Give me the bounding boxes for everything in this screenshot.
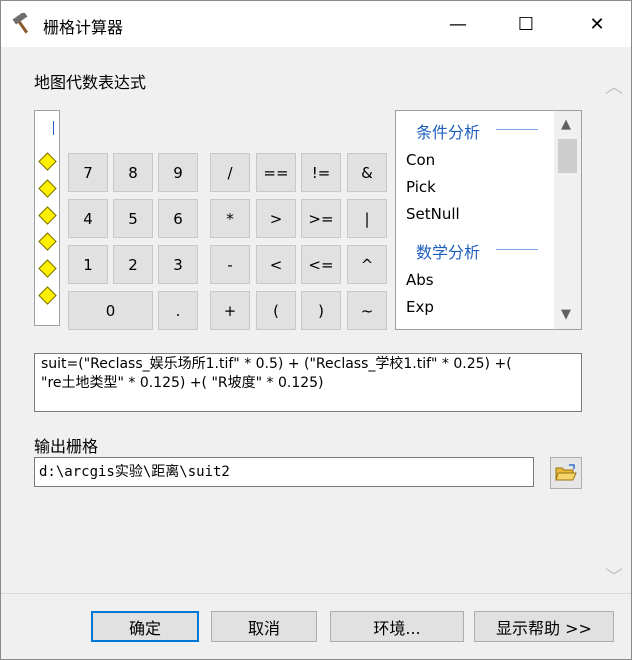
function-item-setnull[interactable]: SetNull xyxy=(406,205,460,223)
expression-textbox[interactable]: suit=("Reclass_娱乐场所1.tif" * 0.5) + ("Rec… xyxy=(34,353,582,412)
key-5[interactable]: 5 xyxy=(113,199,153,238)
raster-layer-icon[interactable] xyxy=(38,179,57,198)
key-8[interactable]: 8 xyxy=(113,153,153,192)
key-decimal[interactable]: . xyxy=(158,291,198,330)
group-divider xyxy=(496,129,538,130)
scroll-down-icon[interactable]: ﹀ xyxy=(605,563,623,589)
scroll-up-icon[interactable]: ︿ xyxy=(605,73,623,99)
dialog-scrollbar[interactable]: ︿ ﹀ xyxy=(599,69,629,589)
key-4[interactable]: 4 xyxy=(68,199,108,238)
key-greater-equal[interactable]: >= xyxy=(301,199,341,238)
key-or[interactable]: | xyxy=(347,199,387,238)
ok-button[interactable]: 确定 xyxy=(91,611,199,642)
dialog-body: 地图代数表达式 ︿ ﹀ 7 8 9 / == != & 4 5 6 * > >=… xyxy=(1,47,631,659)
key-less-equal[interactable]: <= xyxy=(301,245,341,284)
key-greater[interactable]: > xyxy=(256,199,296,238)
output-raster-input[interactable]: d:\arcgis实验\距离\suit2 xyxy=(34,457,534,487)
key-3[interactable]: 3 xyxy=(158,245,198,284)
output-raster-label: 输出栅格 xyxy=(34,437,99,456)
function-item-pick[interactable]: Pick xyxy=(406,178,436,196)
expression-line: "re土地类型" * 0.125) +( "R坡度" * 0.125) xyxy=(41,375,324,391)
raster-layer-icon[interactable] xyxy=(38,152,57,171)
function-item-exp[interactable]: Exp xyxy=(406,298,434,316)
key-7[interactable]: 7 xyxy=(68,153,108,192)
key-and[interactable]: & xyxy=(347,153,387,192)
key-plus[interactable]: + xyxy=(210,291,250,330)
environments-button[interactable]: 环境... xyxy=(330,611,464,642)
key-less[interactable]: < xyxy=(256,245,296,284)
key-multiply[interactable]: * xyxy=(210,199,250,238)
chevron-down-icon[interactable]: ▼ xyxy=(561,307,571,322)
open-folder-icon xyxy=(555,464,577,481)
show-help-button[interactable]: 显示帮助 >> xyxy=(474,611,614,642)
function-item-abs[interactable]: Abs xyxy=(406,271,434,289)
key-1[interactable]: 1 xyxy=(68,245,108,284)
key-open-paren[interactable]: ( xyxy=(256,291,296,330)
raster-layer-icon[interactable] xyxy=(38,259,57,278)
close-button[interactable]: ✕ xyxy=(574,1,620,47)
group-divider xyxy=(496,249,538,250)
raster-layer-icon[interactable] xyxy=(38,286,57,305)
maximize-button[interactable]: ☐ xyxy=(503,1,549,47)
raster-layer-icon[interactable] xyxy=(38,232,57,251)
function-item-con[interactable]: Con xyxy=(406,151,435,169)
key-close-paren[interactable]: ) xyxy=(301,291,341,330)
title-bar: 栅格计算器 — ☐ ✕ xyxy=(1,1,631,47)
function-group-header: 数学分析 xyxy=(416,243,481,262)
key-minus[interactable]: - xyxy=(210,245,250,284)
key-9[interactable]: 9 xyxy=(158,153,198,192)
function-group-header: 条件分析 xyxy=(416,123,481,142)
raster-layer-icon[interactable] xyxy=(38,206,57,225)
layer-list[interactable] xyxy=(34,110,60,326)
key-not-equal[interactable]: != xyxy=(301,153,341,192)
minimize-button[interactable]: — xyxy=(435,1,481,47)
expression-section-label: 地图代数表达式 xyxy=(34,73,147,92)
chevron-up-icon[interactable]: ▲ xyxy=(561,117,571,132)
key-not[interactable]: ~ xyxy=(347,291,387,330)
window-title: 栅格计算器 xyxy=(43,18,124,37)
key-0[interactable]: 0 xyxy=(68,291,153,330)
function-list-scrollbar[interactable]: ▲ ▼ xyxy=(554,111,581,329)
key-divide[interactable]: / xyxy=(210,153,250,192)
expression-line: suit=("Reclass_娱乐场所1.tif" * 0.5) + ("Rec… xyxy=(41,356,512,372)
key-6[interactable]: 6 xyxy=(158,199,198,238)
hammer-icon xyxy=(12,13,29,34)
text-cursor xyxy=(53,121,54,135)
browse-button[interactable] xyxy=(550,457,582,489)
key-equal[interactable]: == xyxy=(256,153,296,192)
raster-calculator-window: 栅格计算器 — ☐ ✕ 地图代数表达式 ︿ ﹀ 7 8 9 / == != & … xyxy=(0,0,632,660)
function-list[interactable]: 条件分析 Con Pick SetNull 数学分析 Abs Exp ▲ ▼ xyxy=(395,110,582,330)
key-2[interactable]: 2 xyxy=(113,245,153,284)
button-separator xyxy=(1,593,631,594)
cancel-button[interactable]: 取消 xyxy=(211,611,317,642)
key-xor[interactable]: ^ xyxy=(347,245,387,284)
scroll-thumb[interactable] xyxy=(558,139,577,173)
